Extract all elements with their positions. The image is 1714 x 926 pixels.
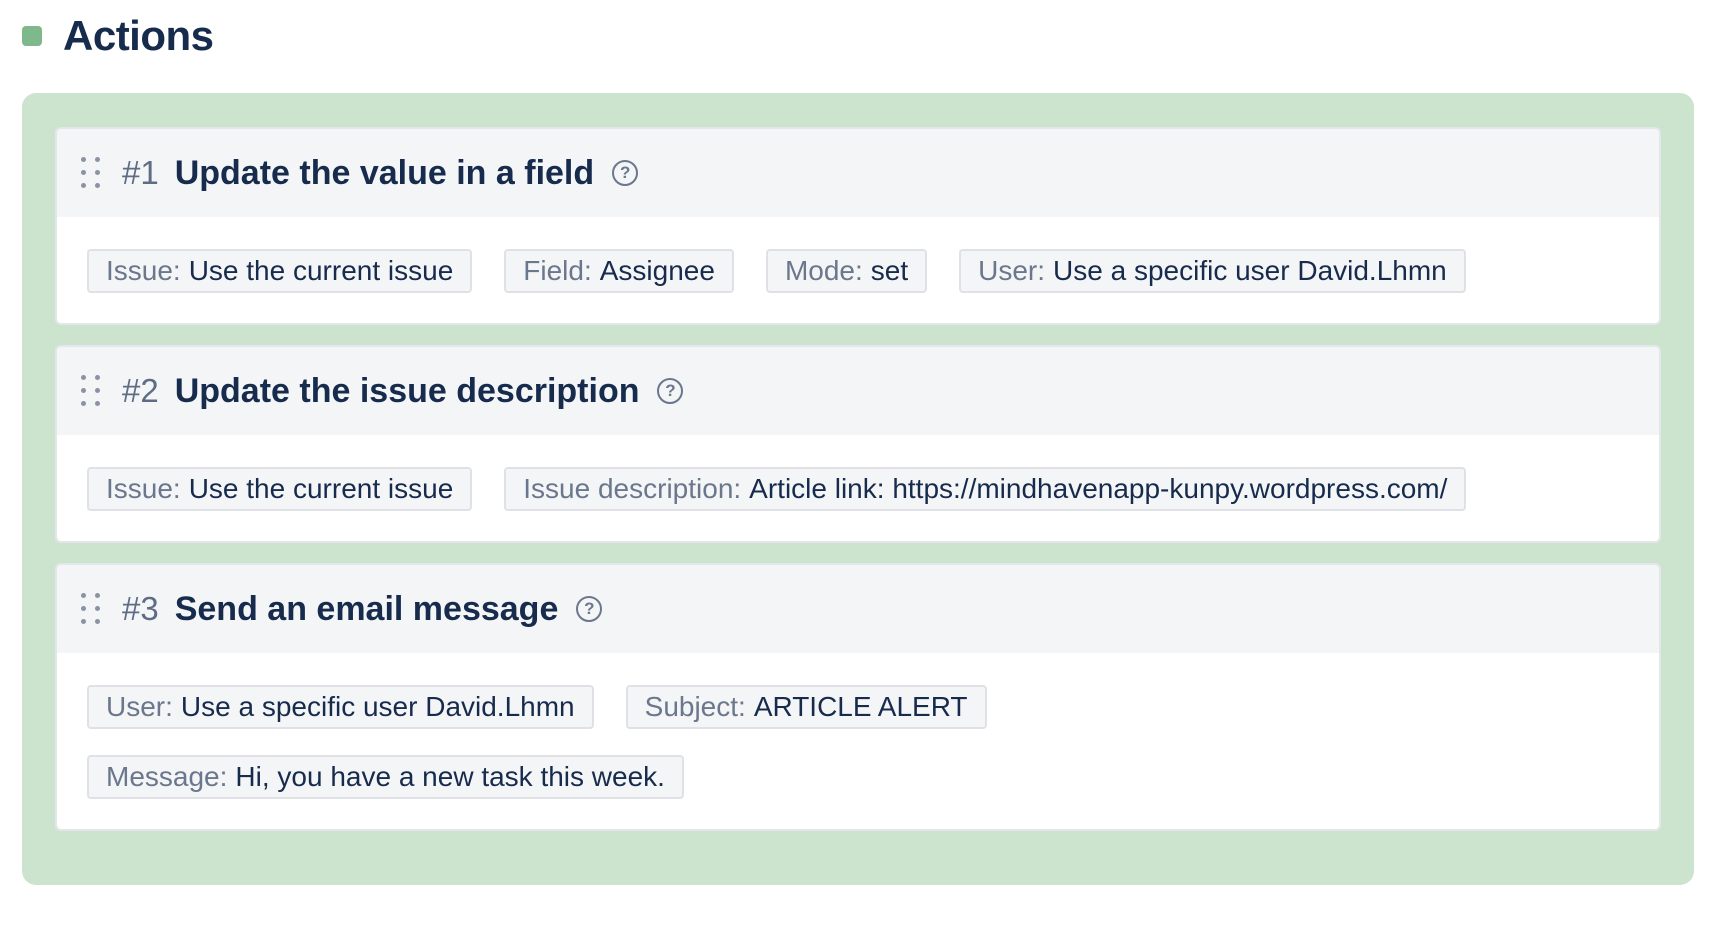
action-params: Issue: Use the current issue Field: Assi… xyxy=(57,217,1659,323)
action-card-header: #2 Update the issue description ? xyxy=(57,347,1659,435)
param-key: Issue: xyxy=(106,473,181,504)
param-tag-subject: Subject: ARTICLE ALERT xyxy=(625,685,987,729)
param-value: Article link: https://mindhavenapp-kunpy… xyxy=(749,473,1448,504)
param-tag-issue: Issue: Use the current issue xyxy=(87,467,473,511)
action-number: #2 xyxy=(122,372,159,409)
param-tag-message: Message: Hi, you have a new task this we… xyxy=(87,755,684,799)
drag-handle-icon[interactable] xyxy=(81,593,103,625)
param-tag-issue: Issue: Use the current issue xyxy=(87,249,473,293)
param-value: Hi, you have a new task this week. xyxy=(235,761,665,792)
section-bullet xyxy=(22,26,42,46)
param-key: Mode: xyxy=(784,255,863,286)
param-key: Issue description: xyxy=(523,473,742,504)
action-title: Update the issue description xyxy=(174,371,640,410)
param-tag-issue-description: Issue description: Article link: https:/… xyxy=(504,467,1467,511)
action-card-2: #2 Update the issue description ? Issue:… xyxy=(55,345,1661,543)
param-key: User: xyxy=(978,255,1046,286)
action-card-header: #1 Update the value in a field ? xyxy=(57,129,1659,217)
param-value: Use a specific user David.Lhmn xyxy=(180,691,575,722)
action-card-1: #1 Update the value in a field ? Issue: … xyxy=(55,127,1661,325)
param-key: User: xyxy=(106,691,173,722)
param-value: set xyxy=(870,255,909,286)
param-tag-user: User: Use a specific user David.Lhmn xyxy=(87,685,594,729)
action-card-3: #3 Send an email message ? User: Use a s… xyxy=(55,563,1661,831)
action-title: Send an email message xyxy=(174,589,559,628)
question-circle-icon[interactable]: ? xyxy=(657,378,684,404)
action-params: Issue: Use the current issue Issue descr… xyxy=(57,435,1659,541)
section-title: Actions xyxy=(63,12,214,59)
param-key: Issue: xyxy=(106,255,181,286)
action-params: User: Use a specific user David.Lhmn Sub… xyxy=(57,653,1659,829)
question-circle-icon[interactable]: ? xyxy=(612,160,639,186)
param-tag-mode: Mode: set xyxy=(765,249,928,293)
param-tag-field: Field: Assignee xyxy=(504,249,734,293)
action-title: Update the value in a field xyxy=(174,153,595,192)
action-number: #1 xyxy=(122,154,159,191)
param-key: Message: xyxy=(106,761,228,792)
param-value: Use the current issue xyxy=(188,255,454,286)
param-value: Use a specific user David.Lhmn xyxy=(1053,255,1447,286)
param-key: Field: xyxy=(523,255,592,286)
drag-handle-icon[interactable] xyxy=(81,375,103,407)
param-tag-user: User: Use a specific user David.Lhmn xyxy=(959,249,1466,293)
action-number: #3 xyxy=(122,590,159,627)
param-value: ARTICLE ALERT xyxy=(753,691,968,722)
question-circle-icon[interactable]: ? xyxy=(576,596,603,622)
actions-panel: #1 Update the value in a field ? Issue: … xyxy=(22,93,1694,885)
param-value: Use the current issue xyxy=(188,473,454,504)
actions-header: Actions xyxy=(22,8,214,64)
param-key: Subject: xyxy=(644,691,746,722)
param-value: Assignee xyxy=(599,255,715,286)
action-card-header: #3 Send an email message ? xyxy=(57,565,1659,653)
drag-handle-icon[interactable] xyxy=(81,157,103,189)
